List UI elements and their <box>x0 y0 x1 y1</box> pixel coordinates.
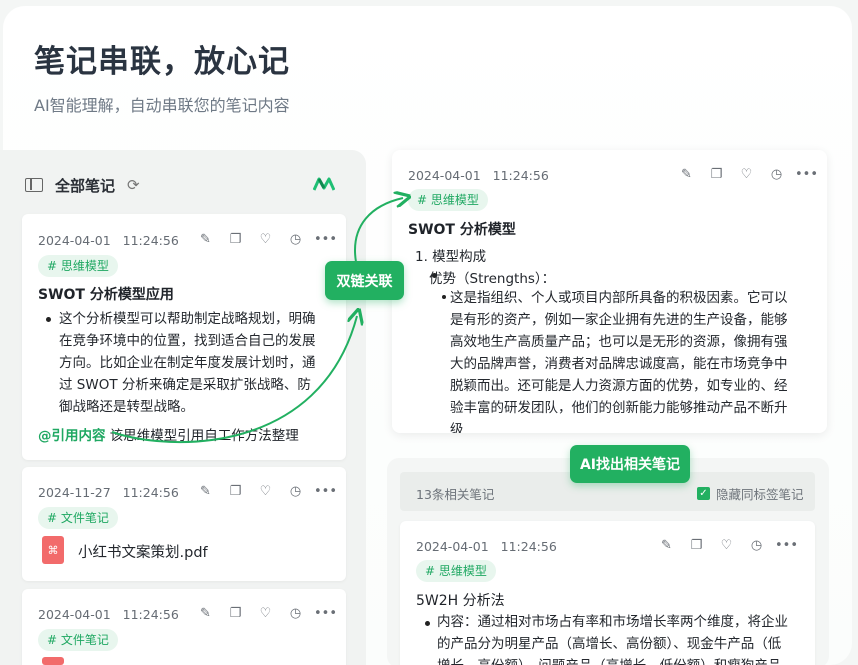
note-time: 11:24:56 <box>500 539 557 554</box>
body-line: 验丰富的研发团队，他们的创新能力能够推动产品不断升 <box>450 400 788 416</box>
note-title: SWOT 分析模型 <box>408 222 516 238</box>
body-line: 是有形的资产，例如一家企业拥有先进的生产设备，能够 <box>450 312 788 328</box>
edit-icon[interactable]: ✎ <box>657 536 676 555</box>
note-body: 这个分析模型可以帮助制定战略规划，明确 在竞争环境中的位置，找到适合自己的发展 … <box>59 308 339 418</box>
copy-icon[interactable]: ❐ <box>226 230 245 249</box>
checkbox-checked-icon[interactable]: ✓ <box>697 487 710 500</box>
bullet-item: 优势（Strengths）： <box>429 271 556 287</box>
note-time: 11:24:56 <box>122 485 179 500</box>
body-line: 这个分析模型可以帮助制定战略规划，明确 <box>59 311 316 327</box>
body-line: 内容：通过相对市场占有率和市场增长率两个维度，将企业 <box>437 614 788 630</box>
notes-list-title: 全部笔记 <box>55 176 116 195</box>
note-date: 2024-04-01 <box>38 233 111 248</box>
copy-icon[interactable]: ❐ <box>226 604 245 623</box>
refresh-icon[interactable]: ⟳ <box>127 176 140 194</box>
note-actions: ✎ ❐ ♡ ◷ ••• <box>196 482 337 501</box>
body-line: 增长、高份额）、问题产品（高增长、低份额）和瘦狗产品 <box>437 655 817 665</box>
heart-icon[interactable]: ♡ <box>717 536 736 555</box>
bullet-dot <box>425 621 430 626</box>
hide-same-tag-checkbox[interactable]: ✓ 隐藏同标签笔记 <box>697 484 804 503</box>
more-icon[interactable]: ••• <box>314 230 337 249</box>
note-actions: ✎ ❐ ♡ ◷ ••• <box>657 536 798 555</box>
brand-logo <box>313 177 335 191</box>
note-card[interactable] <box>22 589 346 665</box>
note-title: 5W2H 分析法 <box>416 593 505 609</box>
more-icon[interactable]: ••• <box>775 536 798 555</box>
reference-mention[interactable]: @引用内容 <box>38 428 106 444</box>
note-timestamp: 2024-11-27 11:24:56 <box>38 485 179 500</box>
note-tag[interactable]: # 文件笔记 <box>38 507 118 529</box>
heart-icon[interactable]: ♡ <box>256 230 275 249</box>
note-time: 11:24:56 <box>492 168 549 183</box>
note-actions: ✎ ❐ ♡ ◷ ••• <box>196 604 337 623</box>
bullet-dot <box>442 295 446 299</box>
note-tag[interactable]: # 文件笔记 <box>38 629 118 651</box>
body-line: 的产品分为明星产品（高增长、高份额）、现金牛产品（低 <box>437 636 782 652</box>
note-actions: ✎ ❐ ♡ ◷ ••• <box>196 230 337 249</box>
bidirectional-link-button[interactable]: 双链关联 <box>325 261 404 300</box>
body-line: 级 <box>450 422 464 433</box>
reference-text: 该思维模型引用自工作方法整理 <box>109 428 299 444</box>
heart-icon[interactable]: ♡ <box>256 482 275 501</box>
ordered-item: 1. 模型构成 <box>415 249 487 265</box>
notes-list-header: 全部笔记 ⟳ <box>25 173 140 197</box>
note-date: 2024-11-27 <box>38 485 111 500</box>
edit-icon[interactable]: ✎ <box>196 604 215 623</box>
more-icon[interactable]: ••• <box>314 482 337 501</box>
edit-icon[interactable]: ✎ <box>677 165 696 184</box>
body-line: 御战略还是转型战略。 <box>59 399 194 415</box>
hero-title: 笔记串联，放心记 <box>34 44 290 80</box>
body-line: 这是指组织、个人或项目内部所具备的积极因素。它可以 <box>450 290 788 306</box>
note-body: 这是指组织、个人或项目内部所具备的积极因素。它可以 是有形的资产，例如一家企业拥… <box>450 287 820 433</box>
bullet-dot <box>46 317 51 322</box>
pdf-file-icon: ⌘ <box>42 536 64 564</box>
note-tag[interactable]: # 思维模型 <box>416 560 496 582</box>
note-time: 11:24:56 <box>122 607 179 622</box>
note-timestamp: 2024-04-01 11:24:56 <box>38 233 179 248</box>
related-note-card[interactable]: 2024-04-01 11:24:56 ✎ ❐ ♡ ◷ ••• # 思维模型 5W… <box>400 521 815 665</box>
clock-icon[interactable]: ◷ <box>767 165 786 184</box>
attached-file-name[interactable]: 小红书文案策划.pdf <box>78 541 208 562</box>
more-icon[interactable]: ••• <box>314 604 337 623</box>
note-date: 2024-04-01 <box>416 539 489 554</box>
hero-subtitle: AI智能理解，自动串联您的笔记内容 <box>34 96 290 115</box>
more-icon[interactable]: ••• <box>795 165 818 184</box>
clock-icon[interactable]: ◷ <box>286 604 305 623</box>
copy-icon[interactable]: ❐ <box>687 536 706 555</box>
clock-icon[interactable]: ◷ <box>747 536 766 555</box>
pdf-file-icon <box>42 657 64 665</box>
note-date: 2024-04-01 <box>38 607 111 622</box>
body-line: 脱颖而出。还可能是人力资源方面的优势，如专业的、经 <box>450 378 788 394</box>
heart-icon[interactable]: ♡ <box>256 604 275 623</box>
note-date: 2024-04-01 <box>408 168 481 183</box>
hide-same-tag-label: 隐藏同标签笔记 <box>716 487 804 502</box>
note-body: 内容：通过相对市场占有率和市场增长率两个维度，将企业 的产品分为明星产品（高增长… <box>437 611 817 665</box>
copy-icon[interactable]: ❐ <box>707 165 726 184</box>
body-line: 方向。比如企业在制定年度发展计划时，通 <box>59 355 316 371</box>
note-timestamp: 2024-04-01 11:24:56 <box>408 168 549 183</box>
body-line: 在竞争环境中的位置，找到适合自己的发展 <box>59 333 316 349</box>
edit-icon[interactable]: ✎ <box>196 230 215 249</box>
body-line: 高效地生产高质量产品；也可以是无形的资源，像拥有强 <box>450 334 788 350</box>
note-time: 11:24:56 <box>122 233 179 248</box>
copy-icon[interactable]: ❐ <box>226 482 245 501</box>
note-timestamp: 2024-04-01 11:24:56 <box>38 607 179 622</box>
clock-icon[interactable]: ◷ <box>286 482 305 501</box>
note-tag[interactable]: # 思维模型 <box>38 255 118 277</box>
body-line: 过 SWOT 分析来确定是采取扩张战略、防 <box>59 377 311 393</box>
sidebar-toggle-icon[interactable] <box>25 178 43 192</box>
note-tag[interactable]: # 思维模型 <box>408 189 488 211</box>
body-line: 大的品牌声誉，消费者对品牌忠诚度高，能在市场竞争中 <box>450 356 788 372</box>
note-reference: @引用内容 该思维模型引用自工作方法整理 <box>38 424 299 444</box>
note-actions: ✎ ❐ ♡ ◷ ••• <box>677 165 818 184</box>
linked-note-card[interactable]: 2024-04-01 11:24:56 ✎ ❐ ♡ ◷ ••• # 思维模型 SW… <box>392 150 827 433</box>
note-timestamp: 2024-04-01 11:24:56 <box>416 539 557 554</box>
clock-icon[interactable]: ◷ <box>286 230 305 249</box>
ai-find-related-button[interactable]: AI找出相关笔记 <box>570 445 690 483</box>
heart-icon[interactable]: ♡ <box>737 165 756 184</box>
note-title: SWOT 分析模型应用 <box>38 287 174 303</box>
related-notes-count: 13条相关笔记 <box>416 487 495 502</box>
edit-icon[interactable]: ✎ <box>196 482 215 501</box>
